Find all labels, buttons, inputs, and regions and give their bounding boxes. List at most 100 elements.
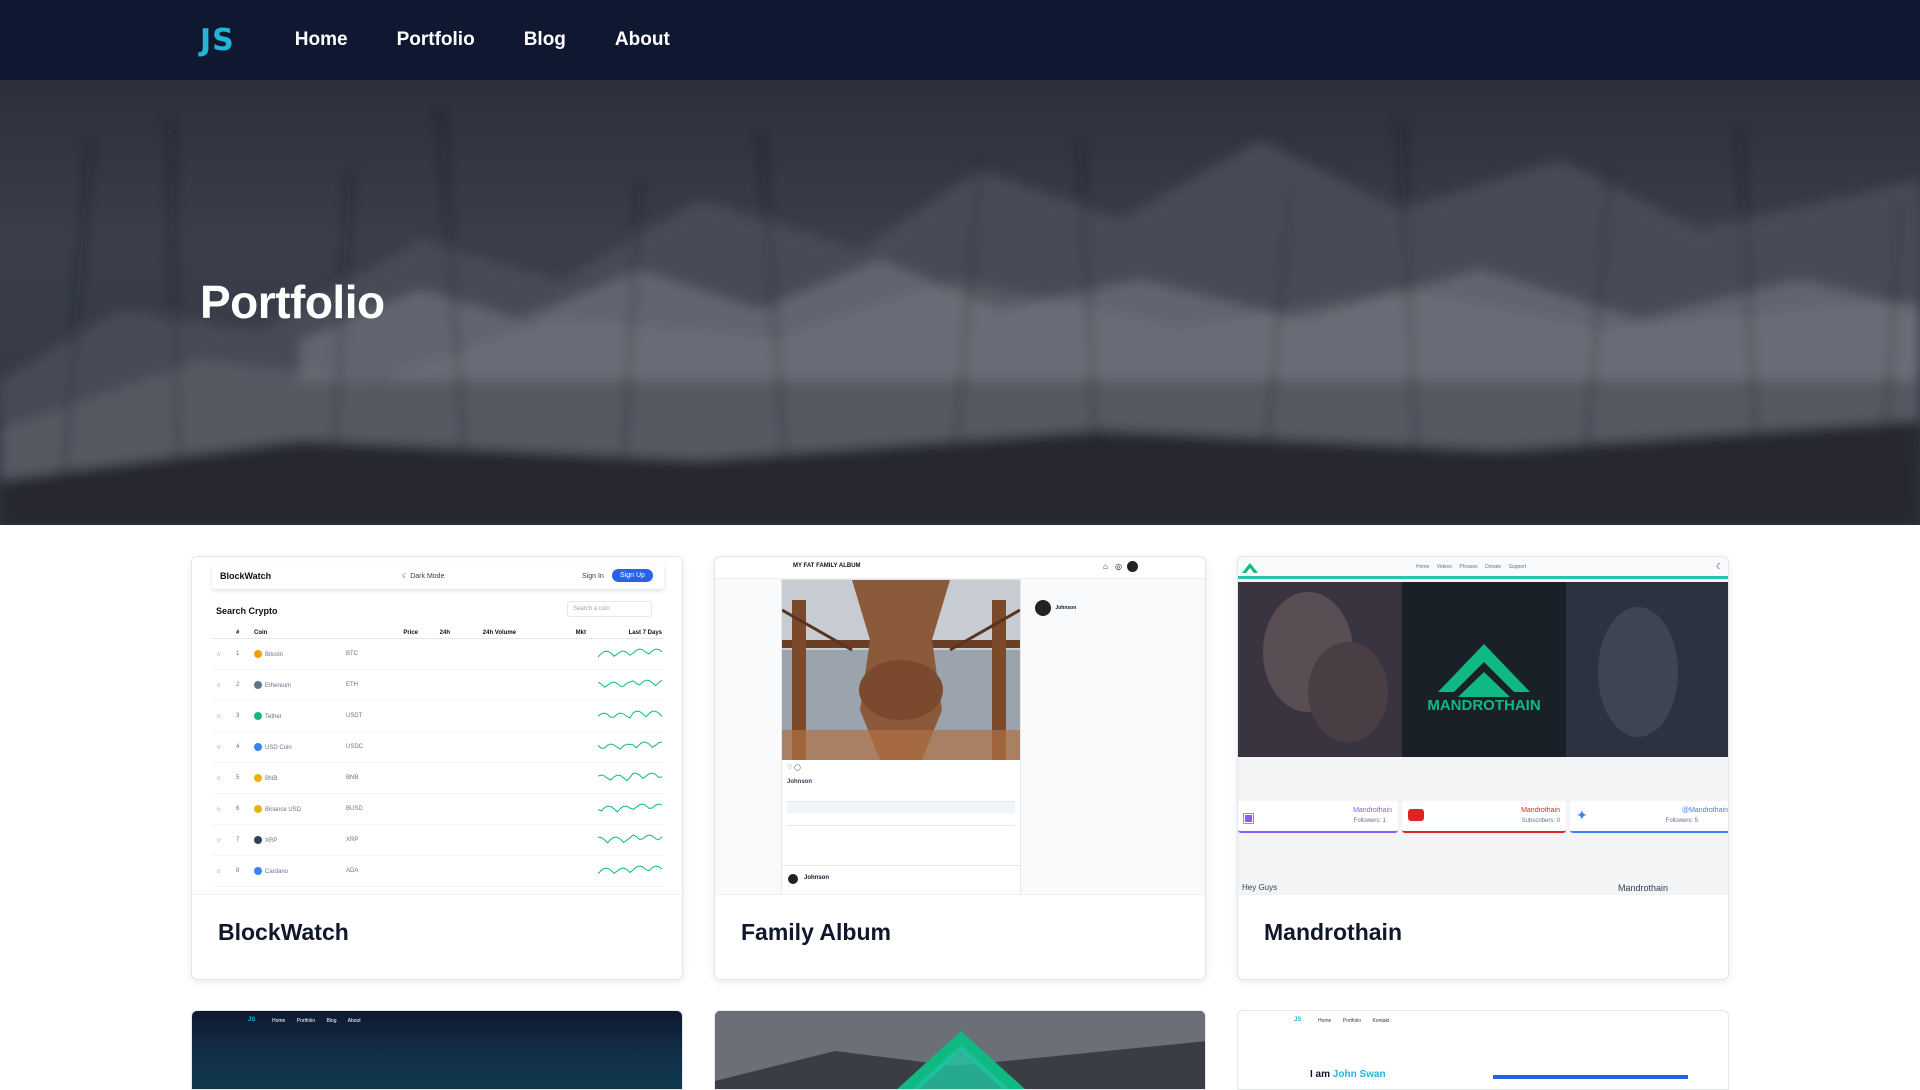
bw-coin: USD Coin [254,743,346,751]
md-social-name: Mandrothain [1521,807,1560,814]
coin-icon [254,867,262,875]
next3-nav-item: Kontakt [1372,1018,1390,1024]
md-banner: MANDROTHAIN [1238,582,1728,757]
md-twitter-card: ✦ @Mandrothain Followers: 5 [1570,801,1728,833]
star-icon: ☆ [216,837,222,844]
fa-sidebar: Johnson [1035,599,1076,617]
bw-coin-name: Bitcoin [265,651,284,658]
bw-symbol: BTC [346,651,358,657]
project-card-family-album[interactable]: MY FAT FAMILY ALBUM ⌂ ◎ ♡ ◯ Johnson John… [714,556,1206,980]
fa-like-icons: ♡ ◯ [787,765,801,771]
nav-blog[interactable]: Blog [524,29,566,51]
md-nav-item: Videos [1436,564,1452,570]
bw-col: 24h Volume [482,629,516,636]
next3-intro-name: John Swan [1332,1069,1386,1080]
top-nav: JS Home Portfolio Blog About [0,0,1920,80]
bw-symbol: USDC [346,744,364,750]
star-icon: ☆ [216,868,222,875]
project-card-next-3[interactable]: JS Home Portfolio Kontakt I am John Swan [1237,1010,1729,1090]
bw-rank: 2 [236,682,240,688]
bw-rank: 5 [236,775,240,781]
bw-rank: 4 [236,744,240,750]
fa-home-icon: ⌂ [1103,562,1108,571]
bw-col: Price [403,629,418,636]
fa-next-avatar [788,874,798,884]
next3-accent-bar [1493,1075,1688,1079]
twitter-icon: ✦ [1576,807,1588,823]
next1-nav: JS Home Portfolio Blog About [192,1011,682,1029]
fa-post-photo [782,580,1020,760]
bw-symbol: BUSD [346,806,363,812]
bw-table-row: ☆ 7 XRP XRP [212,825,664,856]
project-card-next-1[interactable]: JS Home Portfolio Blog About [191,1010,683,1090]
sparkline [597,803,663,813]
md-logo-icon [1242,563,1258,573]
md-social-name: Mandrothain [1353,807,1392,814]
fa-add-comment [787,825,1015,835]
md-social-sub: Followers: 1 [1353,818,1386,824]
star-icon: ☆ [216,775,222,782]
bw-coin: Bitcoin [254,650,346,658]
nav-portfolio[interactable]: Portfolio [397,29,475,51]
project-title[interactable]: Family Album [741,919,891,946]
next1-nav-item: Home [272,1018,286,1024]
project-title[interactable]: Mandrothain [1264,919,1402,946]
nav-about[interactable]: About [615,29,670,51]
bw-coin: BNB [254,774,346,782]
bw-coin-name: BNB [265,775,278,782]
md-nav-item: Support [1508,564,1527,570]
project-card-blockwatch[interactable]: BlockWatch ☾ Dark Mode Sign In Sign Up S… [191,556,683,980]
fa-next-user: Johnson [804,875,829,881]
fa-next-post: Johnson [781,865,1021,894]
bw-col: 24h [439,629,450,636]
bw-coin-name: Tether [265,713,282,720]
bw-table-head: # Coin Price 24h 24h Volume Mkt Last 7 D… [212,627,664,639]
project-card-mandrothain[interactable]: Home Videos Phrases Donate Support ☾ MAN… [1237,556,1729,980]
bw-rank: 8 [236,868,240,874]
hero-banner: Portfolio [0,80,1920,525]
bw-coin-name: Binance USD [265,806,302,813]
site-logo[interactable]: JS [200,23,235,58]
project-card-next-2[interactable] [714,1010,1206,1090]
bw-table: # Coin Price 24h 24h Volume Mkt Last 7 D… [212,627,664,887]
fa-post: ♡ ◯ Johnson [781,579,1021,879]
bw-coin: XRP [254,836,346,844]
sparkline [597,834,663,844]
bw-brand: BlockWatch [220,571,272,581]
fa-compass-icon: ◎ [1115,562,1122,571]
fa-sidebar-avatar [1035,599,1051,616]
star-icon: ☆ [216,651,222,658]
next3-nav: Home Portfolio Kontakt [1318,1018,1389,1024]
md-side-title: Mandrothain [1618,883,1669,893]
star-icon: ☆ [216,806,222,813]
md-moon-icon: ☾ [1716,562,1724,571]
bw-table-row: ☆ 2 Ethereum ETH [212,670,664,701]
next3-intro: I am John Swan [1310,1069,1386,1080]
bw-coin: Binance USD [254,805,346,813]
bw-table-row: ☆ 6 Binance USD BUSD [212,794,664,825]
bw-col: Mkt [575,629,586,636]
project-screenshot: MY FAT FAMILY ALBUM ⌂ ◎ ♡ ◯ Johnson John… [715,557,1205,895]
bw-coin: Ethereum [254,681,346,689]
project-screenshot: BlockWatch ☾ Dark Mode Sign In Sign Up S… [192,557,682,895]
next3-nav-item: Home [1318,1018,1332,1024]
sparkline [597,741,663,750]
next2-preview [715,1011,1205,1089]
star-icon: ☆ [216,713,222,720]
sparkline [597,648,663,658]
bw-coin-name: Ethereum [265,682,292,689]
bw-table-row: ☆ 3 Tether USDT [212,701,664,732]
bw-rank: 6 [236,806,240,812]
bw-coin-name: USD Coin [265,744,292,751]
bw-rank: 1 [236,651,240,657]
next1-nav-item: Blog [326,1018,337,1024]
bw-table-row: ☆ 5 BNB BNB [212,763,664,794]
sparkline [597,865,663,875]
nav-home[interactable]: Home [295,29,348,51]
fa-sidebar-user: Johnson [1055,604,1077,611]
coin-icon [254,774,262,782]
bw-symbol: ADA [346,868,359,874]
bw-coin-name: XRP [265,837,278,844]
project-title[interactable]: BlockWatch [218,919,349,946]
md-social-sub: Followers: 5 [1665,818,1698,824]
